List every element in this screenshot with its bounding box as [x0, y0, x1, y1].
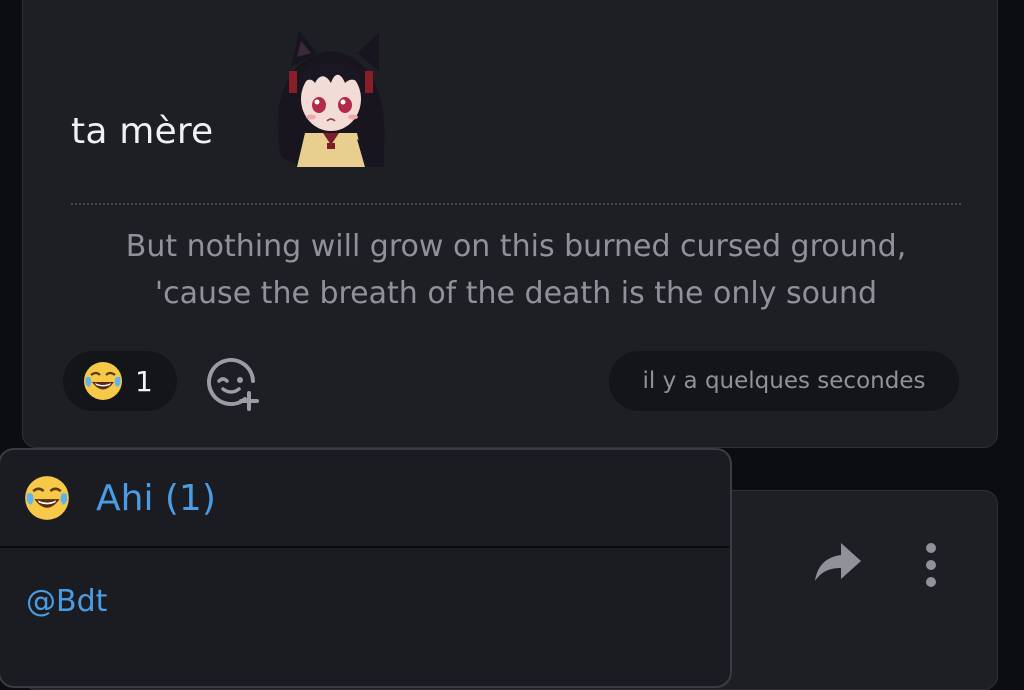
cat-girl-sticker [277, 31, 385, 167]
signature-line: 'cause the breath of the death is the on… [154, 276, 878, 311]
add-reaction-icon[interactable] [205, 355, 261, 411]
more-vertical-icon[interactable] [919, 543, 943, 587]
signature-divider [71, 203, 961, 205]
reaction-count: 1 [135, 364, 153, 398]
post-text: ta mère [71, 111, 214, 152]
signature-text: But nothing will grow on this burned cur… [71, 223, 961, 317]
signature-line: But nothing will grow on this burned cur… [125, 229, 907, 264]
share-icon[interactable] [813, 541, 863, 583]
reactions-popup: Ahi (1) @Bdt [0, 448, 732, 688]
reaction-chip[interactable]: 1 [63, 351, 177, 411]
timestamp: il y a quelques secondes [609, 351, 959, 411]
joy-emoji-icon [25, 476, 69, 520]
reaction-user-link[interactable]: @Bdt [26, 584, 107, 619]
post-card: ta mère But nothing will grow on this bu… [22, 0, 998, 448]
reactions-popup-header: Ahi (1) [0, 450, 730, 548]
reaction-title: Ahi (1) [96, 477, 216, 519]
joy-emoji-icon [84, 362, 122, 400]
